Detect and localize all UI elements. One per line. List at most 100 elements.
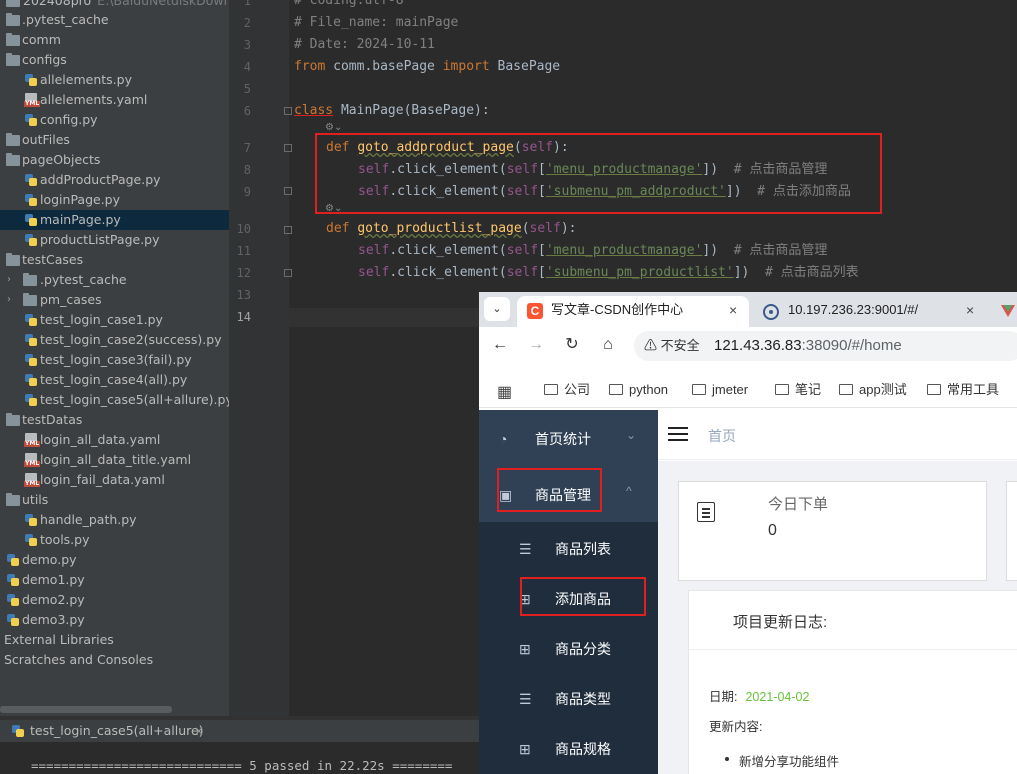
bookmark-folder[interactable]: jmeter xyxy=(692,380,748,400)
tree-item[interactable]: demo2.py xyxy=(0,590,229,610)
python-file-icon xyxy=(6,593,20,607)
submenu-item-product-list[interactable]: ☰ 商品列表 xyxy=(479,524,658,574)
yaml-file-icon xyxy=(24,473,41,487)
tree-item[interactable]: test_login_case5(all+allure).py xyxy=(0,390,229,410)
line-number: 2 xyxy=(243,16,251,30)
close-icon[interactable]: × xyxy=(966,296,974,324)
bookmark-folder[interactable]: 公司 xyxy=(544,380,590,400)
tree-item[interactable]: allelements.yaml xyxy=(0,90,229,110)
annotation-box xyxy=(497,468,602,512)
tree-item[interactable]: pageObjects xyxy=(0,150,229,170)
python-file-icon xyxy=(24,233,38,247)
home-icon[interactable]: ⌂ xyxy=(598,335,618,355)
tree-item[interactable]: test_login_case3(fail).py xyxy=(0,350,229,370)
tab-title: 写文章-CSDN创作中心 xyxy=(551,302,684,317)
tree-item[interactable]: addProductPage.py xyxy=(0,170,229,190)
tree-item[interactable]: test_login_case2(success).py xyxy=(0,330,229,350)
tree-item[interactable]: productListPage.py xyxy=(0,230,229,250)
stat-label: 今日下单 xyxy=(768,496,829,513)
tree-item[interactable]: config.py xyxy=(0,110,229,130)
folder-icon xyxy=(23,273,37,286)
chevron-right-icon[interactable]: › xyxy=(4,290,14,310)
python-file-icon xyxy=(24,313,38,327)
line-number: 7 xyxy=(243,141,251,155)
back-arrow-icon[interactable]: ← xyxy=(490,335,510,355)
tree-root-path: E:\BaiduNetdiskDownload xyxy=(97,0,229,8)
fold-marker-icon[interactable] xyxy=(284,144,292,152)
tree-item[interactable]: .pytest_cache xyxy=(0,10,229,30)
usage-hint-icon[interactable]: ⚙⌄ xyxy=(325,122,342,133)
apps-grid-icon[interactable]: ▦ xyxy=(497,382,512,402)
folder-icon xyxy=(6,13,20,26)
menu-item-dashboard[interactable]: ◔ 首页统计 ⌄ xyxy=(479,414,658,464)
tree-item[interactable]: demo.py xyxy=(0,550,229,570)
menu-label: 首页统计 xyxy=(535,431,591,447)
python-file-icon xyxy=(24,373,38,387)
chevron-right-icon[interactable]: › xyxy=(4,270,14,290)
list-icon: ☰ xyxy=(519,691,532,707)
browser-tab-csdn[interactable]: C 写文章-CSDN创作中心 × xyxy=(517,296,749,327)
tree-item[interactable]: tools.py xyxy=(0,530,229,550)
fold-marker-icon[interactable] xyxy=(284,269,292,277)
bookmark-folder[interactable]: app测试 xyxy=(839,380,907,400)
browser-tab-strip: ⌄ C 写文章-CSDN创作中心 × 10.197.236.23:9001/#/… xyxy=(479,292,1017,327)
submenu-item-product-type[interactable]: ☰ 商品类型 xyxy=(479,674,658,724)
tree-item[interactable]: login_all_data.yaml xyxy=(0,430,229,450)
changelog-date-row: 日期: 2021-04-02 xyxy=(709,690,810,704)
line-number: 10 xyxy=(236,222,251,236)
tree-item[interactable]: outFiles xyxy=(0,130,229,150)
line-number: 1 xyxy=(243,0,251,8)
tree-item[interactable]: test_login_case1.py xyxy=(0,310,229,330)
folder-icon xyxy=(927,384,941,395)
browser-tab-app[interactable]: 10.197.236.23:9001/#/ × xyxy=(757,296,987,327)
tree-item[interactable]: login_all_data_title.yaml xyxy=(0,450,229,470)
bookmark-folder[interactable]: 常用工具 xyxy=(927,380,999,400)
menu-label: 商品分类 xyxy=(555,641,611,657)
tree-item[interactable]: configs xyxy=(0,50,229,70)
submenu-item-product-spec[interactable]: ⊞ 商品规格 xyxy=(479,724,658,774)
tree-item[interactable]: testCases xyxy=(0,250,229,270)
tree-item[interactable]: External Libraries xyxy=(0,630,229,650)
tab-title: 10.197.236.23:9001/#/ xyxy=(788,302,919,317)
reload-icon[interactable]: ↻ xyxy=(562,335,582,355)
address-bar[interactable]: ⚠ 不安全 121.43.36.83:38090/#/home xyxy=(634,331,1017,361)
yaml-file-icon xyxy=(24,93,41,107)
fold-marker-icon[interactable] xyxy=(284,187,292,195)
tab-search-icon[interactable]: ⌄ xyxy=(484,297,510,321)
app-main: 首页 今日下单 0 项目更新日志: 日期: 2021-04-02 更新内容: 新增… xyxy=(658,410,1017,774)
python-file-icon xyxy=(24,173,38,187)
tree-item[interactable]: › .pytest_cache xyxy=(0,270,229,290)
close-icon[interactable]: × xyxy=(194,720,204,742)
tree-item[interactable]: comm xyxy=(0,30,229,50)
tree-root-label: 202408pro xyxy=(23,0,92,8)
tree-item[interactable]: testDatas xyxy=(0,410,229,430)
bookmark-folder[interactable]: 笔记 xyxy=(775,380,821,400)
tree-item[interactable]: › pm_cases xyxy=(0,290,229,310)
fold-marker-icon[interactable] xyxy=(284,226,292,234)
tree-item[interactable]: handle_path.py xyxy=(0,510,229,530)
menu-label: 商品列表 xyxy=(555,541,611,557)
browser-window: ⌄ C 写文章-CSDN创作中心 × 10.197.236.23:9001/#/… xyxy=(479,292,1017,774)
python-file-icon xyxy=(24,353,38,367)
tree-horizontal-scrollbar[interactable] xyxy=(0,706,172,713)
line-number: 9 xyxy=(243,185,251,199)
tree-item[interactable]: allelements.py xyxy=(0,70,229,90)
tree-item[interactable]: loginPage.py xyxy=(0,190,229,210)
tree-item[interactable]: demo1.py xyxy=(0,570,229,590)
forward-arrow-icon[interactable]: → xyxy=(526,335,546,355)
insecure-badge[interactable]: ⚠ 不安全 xyxy=(644,331,700,361)
run-tab[interactable]: test_login_case5(all+allure) xyxy=(0,720,204,742)
tree-item[interactable]: test_login_case4(all).py xyxy=(0,370,229,390)
tree-item[interactable]: login_fail_data.yaml xyxy=(0,470,229,490)
tree-item[interactable]: Scratches and Consoles xyxy=(0,650,229,670)
breadcrumb[interactable]: 首页 xyxy=(708,426,736,446)
bookmark-folder[interactable]: python xyxy=(609,380,668,400)
fold-marker-icon[interactable] xyxy=(284,107,292,115)
hamburger-icon[interactable] xyxy=(668,427,688,441)
submenu-item-product-category[interactable]: ⊞ 商品分类 xyxy=(479,624,658,674)
tree-item-selected[interactable]: mainPage.py xyxy=(0,210,229,230)
close-icon[interactable]: × xyxy=(729,296,737,324)
tree-item[interactable]: utils xyxy=(0,490,229,510)
browser-tab-partial[interactable] xyxy=(995,296,1017,327)
tree-item[interactable]: demo3.py xyxy=(0,610,229,630)
